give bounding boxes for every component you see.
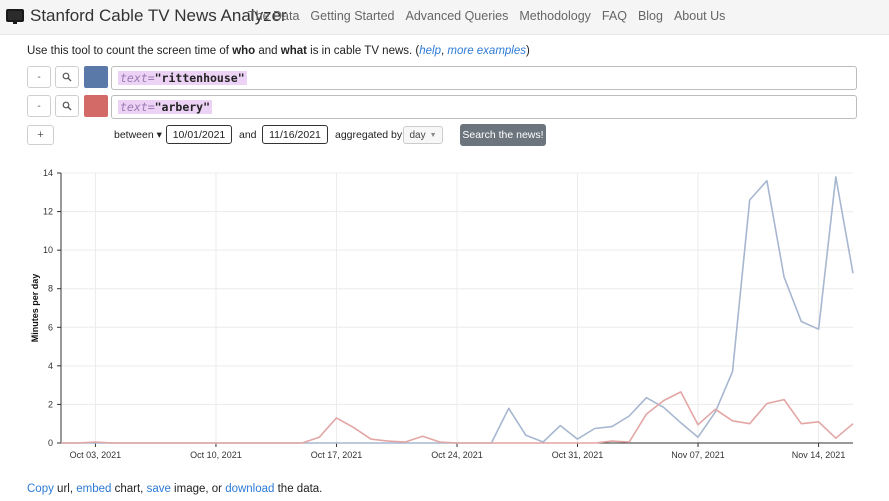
end-date-input[interactable]: 11/16/2021 — [262, 125, 328, 144]
nav-item-methodology[interactable]: Methodology — [519, 9, 591, 23]
save-link[interactable]: save — [147, 483, 171, 495]
query-value: "arbery" — [154, 100, 211, 114]
intro-close: ) — [526, 45, 530, 57]
caret-down-icon: ▾ — [156, 129, 162, 141]
x-tick-label: Oct 17, 2021 — [311, 450, 363, 460]
query-key: text= — [120, 100, 155, 114]
chart-grid — [61, 172, 853, 444]
footer-text-4: the data. — [274, 483, 323, 495]
search-button[interactable]: Search the news! — [460, 124, 546, 146]
footer-text-3: image, or — [170, 483, 226, 495]
nav-item-blog[interactable]: Blog — [638, 9, 663, 23]
nav-item-the-data[interactable]: The Data — [248, 9, 299, 23]
remove-query-button[interactable]: - — [27, 95, 51, 117]
caret-down-icon: ▼ — [429, 131, 437, 139]
aggregation-select[interactable]: day ▼ — [403, 126, 443, 144]
copy-link[interactable]: Copy — [27, 483, 54, 495]
y-tick-label: 2 — [48, 399, 53, 409]
embed-link[interactable]: embed — [76, 483, 111, 495]
add-query-button[interactable]: + — [27, 125, 54, 145]
y-tick-label: 0 — [48, 438, 53, 448]
tv-icon — [6, 8, 24, 24]
query-value: "rittenhouse" — [154, 71, 245, 85]
x-tick-label: Oct 24, 2021 — [431, 450, 483, 460]
y-tick-label: 6 — [48, 322, 53, 332]
query-color-swatch[interactable] — [84, 95, 108, 117]
magnifier-icon[interactable] — [55, 95, 79, 117]
nav-item-advanced-queries[interactable]: Advanced Queries — [406, 9, 509, 23]
footer-actions: Copy url, embed chart, save image, or do… — [27, 483, 322, 495]
intro-and: and — [255, 45, 281, 57]
x-tick-label: Nov 14, 2021 — [792, 450, 846, 460]
x-tick-label: Nov 07, 2021 — [671, 450, 725, 460]
and-label: and — [239, 129, 257, 141]
intro-what: what — [280, 45, 307, 57]
y-tick-label: 4 — [48, 361, 53, 371]
intro-who: who — [232, 45, 256, 57]
y-tick-label: 8 — [48, 284, 53, 294]
nav-links: The Data Getting Started Advanced Querie… — [248, 9, 725, 23]
y-tick-label: 14 — [43, 168, 53, 178]
line-chart: 0 2 4 6 8 10 12 14 Oct 03, 2021 Oct 10, 2021 Oct 1… — [30, 168, 854, 460]
between-dropdown[interactable]: between ▾ — [114, 129, 162, 141]
query-row-1: - text="rittenhouse" — [27, 66, 857, 90]
navbar: Stanford Cable TV News Analyzer The Data… — [0, 0, 889, 35]
query-input[interactable]: text="rittenhouse" — [111, 66, 857, 90]
x-tick-label: Oct 10, 2021 — [190, 450, 242, 460]
start-date-input[interactable]: 10/01/2021 — [166, 125, 232, 144]
footer-text-2: chart, — [111, 483, 147, 495]
y-tick-label: 12 — [43, 207, 53, 217]
intro-text: Use this tool to count the screen time o… — [27, 45, 530, 57]
magnifier-icon[interactable] — [55, 66, 79, 88]
aggregation-value: day — [409, 129, 426, 141]
brand[interactable]: Stanford Cable TV News Analyzer — [6, 6, 287, 26]
y-tick-label: 10 — [43, 245, 53, 255]
x-tick-label: Oct 31, 2021 — [552, 450, 604, 460]
download-link[interactable]: download — [225, 483, 274, 495]
query-color-swatch[interactable] — [84, 66, 108, 88]
intro-suffix: is in cable TV news. ( — [306, 45, 420, 57]
x-tick-label: Oct 03, 2021 — [70, 450, 122, 460]
query-row-2: - text="arbery" — [27, 95, 857, 119]
query-input[interactable]: text="arbery" — [111, 95, 857, 119]
nav-item-about-us[interactable]: About Us — [674, 9, 725, 23]
y-axis-label: Minutes per day — [30, 274, 40, 343]
aggregated-by-label: aggregated by — [335, 129, 403, 141]
footer-text-1: url, — [53, 483, 77, 495]
query-text: text="rittenhouse" — [118, 71, 247, 85]
between-label: between — [114, 129, 154, 141]
query-key: text= — [120, 71, 155, 85]
more-examples-link[interactable]: more examples — [447, 45, 526, 57]
help-link[interactable]: help — [419, 45, 441, 57]
intro-prefix: Use this tool to count the screen time o… — [27, 45, 233, 57]
nav-item-getting-started[interactable]: Getting Started — [310, 9, 394, 23]
nav-item-faq[interactable]: FAQ — [602, 9, 627, 23]
remove-query-button[interactable]: - — [27, 66, 51, 88]
query-text: text="arbery" — [118, 100, 213, 114]
